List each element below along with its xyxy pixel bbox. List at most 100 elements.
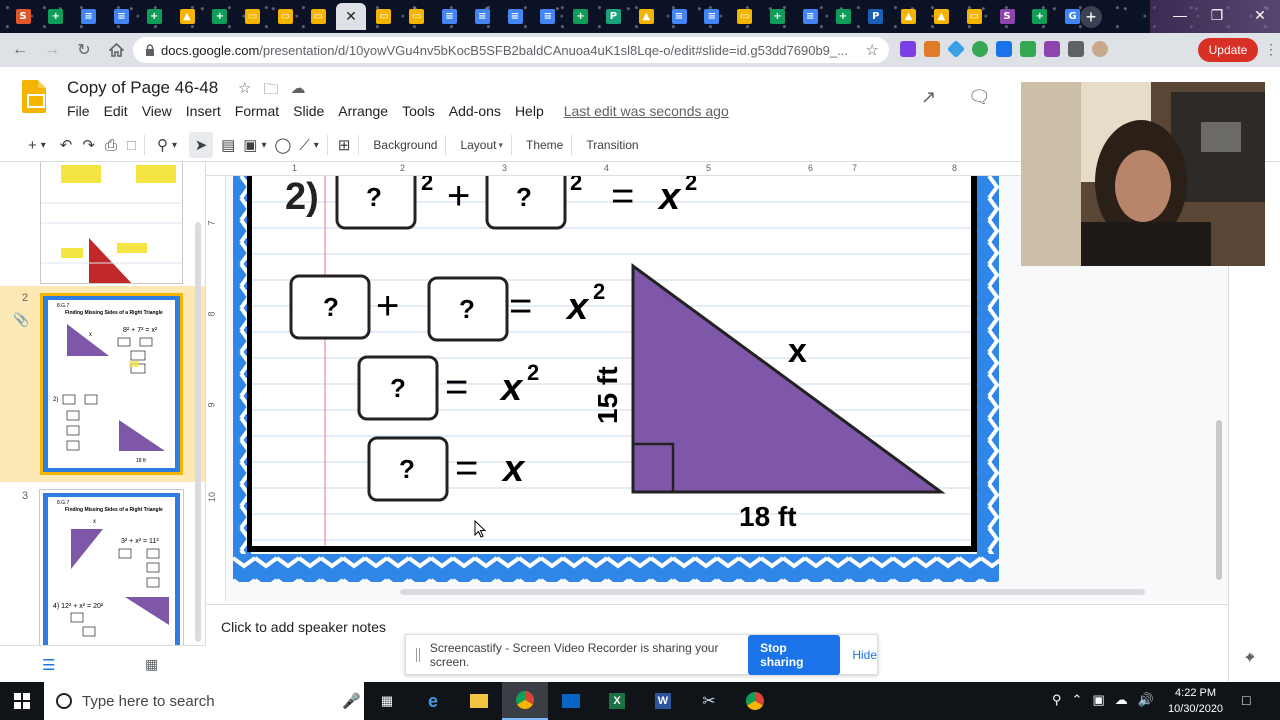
browser-tab[interactable]: +	[139, 3, 169, 30]
chevron-down-icon[interactable]: ▾	[261, 132, 266, 158]
browser-tab[interactable]: ▭	[369, 3, 399, 30]
battery-icon[interactable]: ▣	[1092, 692, 1104, 708]
zoom-icon[interactable]: ⚲	[157, 132, 168, 158]
menu-insert[interactable]: Insert	[186, 103, 221, 119]
stop-sharing-button[interactable]: Stop sharing	[748, 634, 841, 675]
browser-tab[interactable]: +	[41, 3, 71, 30]
minimize-button[interactable]: —	[1160, 0, 1200, 30]
list-view-icon[interactable]: ☰	[42, 656, 55, 674]
file-explorer-icon[interactable]	[456, 682, 502, 720]
browser-tab[interactable]: ≡	[533, 3, 563, 30]
menu-format[interactable]: Format	[235, 103, 279, 119]
browser-tab[interactable]: S	[992, 3, 1022, 30]
browser-tab[interactable]: ▭	[270, 3, 300, 30]
layout-button[interactable]: Layout	[460, 138, 496, 152]
browser-tab[interactable]: ▭	[959, 3, 989, 30]
paint-format-icon[interactable]: □	[127, 132, 136, 158]
address-bar[interactable]: docs.google.com/presentation/d/10yowVGu4…	[133, 37, 889, 63]
task-view-icon[interactable]: ▦	[364, 682, 410, 720]
excel-icon[interactable]: X	[594, 682, 640, 720]
taskbar-search[interactable]: Type here to search 🎤	[44, 682, 364, 720]
current-slide[interactable]: 2) ? 2 + ? 2 = x 2 ? + ? = x 2 ? = x 2 ?…	[233, 176, 999, 582]
slides-logo-icon[interactable]	[22, 80, 46, 113]
canvas-vertical-scrollbar[interactable]	[1216, 420, 1222, 580]
browser-tab[interactable]: ▭	[402, 3, 432, 30]
browser-tab[interactable]: +	[1025, 3, 1055, 30]
close-icon[interactable]: ✕	[345, 8, 357, 25]
outlook-icon[interactable]	[548, 682, 594, 720]
bookmark-star-icon[interactable]: ☆	[866, 41, 879, 59]
webcam-overlay[interactable]	[1021, 82, 1265, 266]
volume-icon[interactable]: 🔊	[1138, 692, 1154, 708]
background-button[interactable]: Background	[373, 138, 437, 152]
image-icon[interactable]: ▣	[243, 132, 257, 158]
more-vert-icon[interactable]: ⋮	[1264, 41, 1278, 58]
browser-tab[interactable]: +	[828, 3, 858, 30]
edge-icon[interactable]: e	[410, 682, 456, 720]
extension-icon[interactable]	[996, 41, 1012, 57]
hide-button[interactable]: Hide	[852, 648, 877, 662]
browser-tab[interactable]: ≡	[434, 3, 464, 30]
drag-handle-icon[interactable]	[416, 647, 420, 662]
network-icon[interactable]: ☁	[1115, 692, 1128, 708]
print-icon[interactable]: ⎙	[105, 132, 117, 158]
undo-icon[interactable]: ↶	[60, 132, 73, 158]
move-folder-icon[interactable]: 🗀	[263, 79, 278, 104]
browser-tab[interactable]: +	[566, 3, 596, 30]
microphone-icon[interactable]: 🎤	[342, 692, 361, 710]
redo-icon[interactable]: ↷	[82, 132, 95, 158]
line-icon[interactable]: ⟋	[299, 132, 310, 158]
extension-icon[interactable]	[1044, 41, 1060, 57]
browser-tab[interactable]: ≡	[500, 3, 530, 30]
chevron-down-icon[interactable]: ▾	[41, 132, 46, 158]
slide-thumbnail-2[interactable]: 8.G.7 Finding Missing Sides of a Right T…	[40, 293, 183, 475]
transition-button[interactable]: Transition	[586, 138, 638, 152]
star-icon[interactable]: ☆	[238, 79, 251, 104]
browser-tab[interactable]: S	[8, 3, 38, 30]
browser-tab[interactable]: +	[762, 3, 792, 30]
chevron-up-icon[interactable]: ⌃	[1072, 692, 1083, 708]
extension-icon[interactable]	[924, 41, 940, 57]
menu-slide[interactable]: Slide	[293, 103, 324, 119]
select-cursor-icon[interactable]: ➤	[189, 132, 214, 158]
menu-help[interactable]: Help	[515, 103, 544, 119]
home-icon[interactable]	[102, 36, 130, 64]
profile-avatar[interactable]	[1092, 41, 1108, 57]
browser-tab[interactable]: ▲	[631, 3, 661, 30]
browser-tab[interactable]: ≡	[106, 3, 136, 30]
canvas-horizontal-scrollbar[interactable]	[400, 589, 1145, 595]
grid-view-icon[interactable]: ▦	[145, 656, 158, 673]
back-arrow-icon[interactable]: ←	[6, 36, 34, 64]
last-edit-link[interactable]: Last edit was seconds ago	[564, 103, 729, 119]
browser-tab[interactable]: ▲	[894, 3, 924, 30]
browser-tab[interactable]: P	[598, 3, 628, 30]
browser-tab[interactable]: +	[205, 3, 235, 30]
browser-tab[interactable]: ≡	[467, 3, 497, 30]
new-tab-button[interactable]: +	[1080, 6, 1102, 28]
theme-button[interactable]: Theme	[526, 138, 563, 152]
forward-arrow-icon[interactable]: →	[38, 36, 66, 64]
filmstrip-scrollbar[interactable]	[195, 222, 201, 642]
chevron-down-icon[interactable]: ▾	[314, 132, 319, 158]
chevron-right-icon[interactable]: ›	[1250, 647, 1255, 663]
document-title[interactable]: Copy of Page 46-48	[67, 78, 218, 98]
menu-edit[interactable]: Edit	[104, 103, 128, 119]
people-icon[interactable]: ⚲	[1052, 692, 1062, 708]
chrome-icon[interactable]	[732, 682, 778, 720]
browser-tab[interactable]: ▭	[730, 3, 760, 30]
word-icon[interactable]: W	[640, 682, 686, 720]
browser-tab[interactable]: ▲	[172, 3, 202, 30]
menu-tools[interactable]: Tools	[402, 103, 435, 119]
browser-tab[interactable]: ▲	[926, 3, 956, 30]
slide-thumbnail-3[interactable]: 8.G.7 Finding Missing Sides of a Right T…	[39, 489, 184, 645]
text-box-icon[interactable]: ▤	[221, 132, 235, 158]
extension-icon[interactable]	[946, 39, 966, 59]
window-close-button[interactable]: ✕	[1240, 0, 1280, 30]
browser-tab[interactable]: ≡	[697, 3, 727, 30]
extension-icon[interactable]	[1020, 41, 1036, 57]
windows-start-icon[interactable]	[0, 682, 44, 720]
slide-thumbnail-1[interactable]	[40, 162, 183, 284]
browser-tab[interactable]: ≡	[664, 3, 694, 30]
browser-tab[interactable]: ≡	[795, 3, 825, 30]
chrome-icon[interactable]	[502, 682, 548, 720]
